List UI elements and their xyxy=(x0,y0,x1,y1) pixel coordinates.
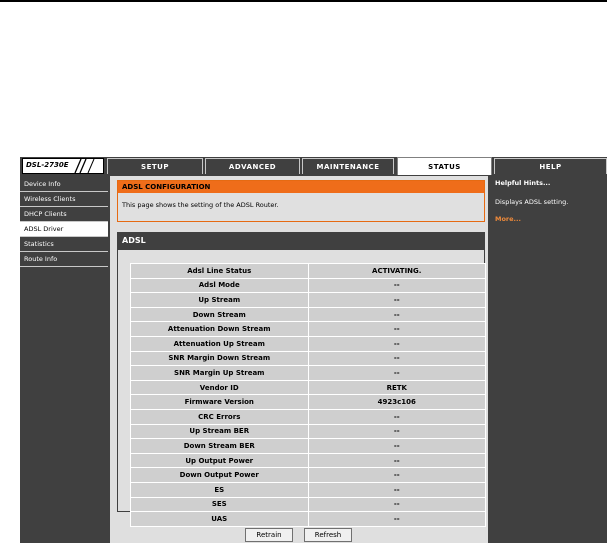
row-label: SES xyxy=(130,496,309,513)
row-label: ES xyxy=(130,481,309,498)
sidebar-item-dhcp-clients[interactable]: DHCP Clients xyxy=(20,207,108,222)
row-label: Up Stream xyxy=(130,292,309,308)
row-label: Attenuation Up Stream xyxy=(130,335,309,352)
refresh-button[interactable]: Refresh xyxy=(304,528,352,542)
table-row: SES -- xyxy=(130,496,486,513)
sidebar-item-adsl-driver[interactable]: ADSL Driver xyxy=(20,222,108,237)
row-value: RETK xyxy=(307,379,486,396)
sidebar: Device Info Wireless Clients DHCP Client… xyxy=(20,177,108,267)
adsl-status-table: Adsl Line Status ACTIVATING. Adsl Mode -- Up… xyxy=(130,263,486,527)
table-row: Down Output Power -- xyxy=(130,467,486,483)
sidebar-item-wireless-clients[interactable]: Wireless Clients xyxy=(20,192,108,207)
row-label: Adsl Mode xyxy=(130,277,309,294)
row-value: -- xyxy=(307,321,486,337)
row-value: -- xyxy=(307,306,486,323)
table-row: Attenuation Down Stream -- xyxy=(130,321,486,337)
row-label: Down Stream BER xyxy=(130,438,309,454)
row-value: -- xyxy=(307,335,486,352)
adsl-section-title: ADSL xyxy=(117,232,485,249)
table-row: SNR Margin Down Stream -- xyxy=(130,350,486,367)
row-value: -- xyxy=(307,511,486,527)
retrain-button[interactable]: Retrain xyxy=(245,528,293,542)
main-content: ADSL CONFIGURATION This page shows the s… xyxy=(110,176,488,543)
sidebar-item-statistics[interactable]: Statistics xyxy=(20,237,108,252)
row-value: -- xyxy=(307,467,486,483)
sidebar-item-route-info[interactable]: Route Info xyxy=(20,252,108,267)
table-row: Down Stream BER -- xyxy=(130,438,486,454)
row-value: -- xyxy=(307,292,486,308)
row-value: -- xyxy=(307,408,486,425)
row-label: Vendor ID xyxy=(130,379,309,396)
table-row: Adsl Line Status ACTIVATING. xyxy=(130,263,486,279)
model-name: DSL-2730E xyxy=(26,161,69,169)
adsl-status-panel: Adsl Line Status ACTIVATING. Adsl Mode -- Up… xyxy=(117,249,486,527)
sidebar-item-device-info[interactable]: Device Info xyxy=(20,177,108,192)
table-row: Vendor ID RETK xyxy=(130,379,486,396)
row-value: 4923c106 xyxy=(307,394,486,410)
row-label: UAS xyxy=(130,511,309,527)
table-row: Attenuation Up Stream -- xyxy=(130,335,486,352)
row-value: -- xyxy=(307,277,486,294)
tab-setup[interactable]: SETUP xyxy=(107,158,203,174)
row-label: Up Stream BER xyxy=(130,423,309,440)
row-label: Down Output Power xyxy=(130,467,309,483)
table-row: UAS -- xyxy=(130,511,486,527)
row-value: -- xyxy=(307,438,486,454)
table-row: Up Output Power -- xyxy=(130,452,486,469)
row-label: SNR Margin Down Stream xyxy=(130,350,309,367)
tab-maintenance[interactable]: MAINTENANCE xyxy=(302,158,394,174)
tab-advanced[interactable]: ADVANCED xyxy=(205,158,300,174)
table-row: Up Stream -- xyxy=(130,292,486,308)
table-row: Down Stream -- xyxy=(130,306,486,323)
model-logo: DSL-2730E xyxy=(22,158,104,174)
row-label: SNR Margin Up Stream xyxy=(130,365,309,381)
tab-status[interactable]: STATUS xyxy=(397,157,492,175)
table-row: ES -- xyxy=(130,481,486,498)
config-title: ADSL CONFIGURATION xyxy=(118,181,484,193)
help-more-link[interactable]: More... xyxy=(495,215,521,223)
row-label: CRC Errors xyxy=(130,408,309,425)
table-row: Firmware Version 4923c106 xyxy=(130,394,486,410)
help-title: Helpful Hints... xyxy=(495,179,551,187)
row-label: Attenuation Down Stream xyxy=(130,321,309,337)
logo-slashes-icon xyxy=(74,159,95,173)
row-value: -- xyxy=(307,350,486,367)
row-value: -- xyxy=(307,423,486,440)
table-row: Adsl Mode -- xyxy=(130,277,486,294)
row-label: Up Output Power xyxy=(130,452,309,469)
table-row: SNR Margin Up Stream -- xyxy=(130,365,486,381)
help-text: Displays ADSL setting. xyxy=(495,198,569,206)
config-description: This page shows the setting of the ADSL … xyxy=(122,201,279,209)
top-rule xyxy=(0,0,607,2)
row-value: -- xyxy=(307,481,486,498)
help-panel: Helpful Hints... Displays ADSL setting. … xyxy=(491,176,607,543)
row-value: -- xyxy=(307,365,486,381)
config-panel: ADSL CONFIGURATION This page shows the s… xyxy=(117,180,485,222)
tab-help[interactable]: HELP xyxy=(494,158,607,174)
row-label: Down Stream xyxy=(130,306,309,323)
row-label: Adsl Line Status xyxy=(130,263,309,279)
row-value: -- xyxy=(307,452,486,469)
row-label: Firmware Version xyxy=(130,394,309,410)
table-row: CRC Errors -- xyxy=(130,408,486,425)
row-value: ACTIVATING. xyxy=(307,263,486,279)
table-row: Up Stream BER -- xyxy=(130,423,486,440)
row-value: -- xyxy=(307,496,486,513)
